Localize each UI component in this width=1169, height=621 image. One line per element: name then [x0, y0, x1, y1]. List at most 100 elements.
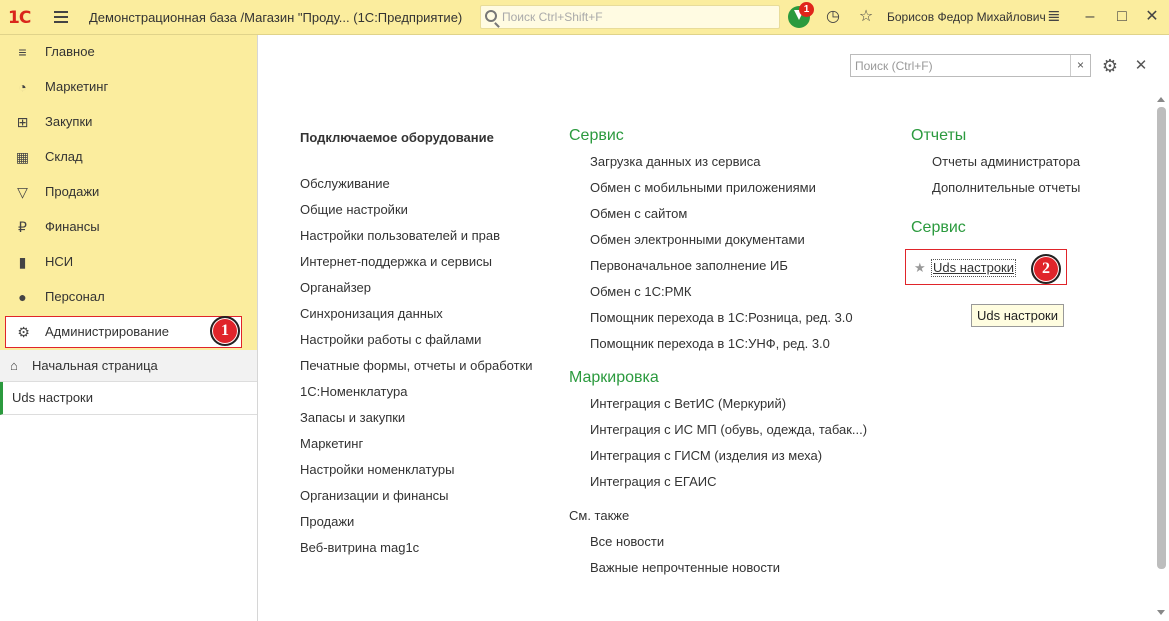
- service-section-title-2: Сервис: [911, 219, 966, 236]
- main-panel: × ⚙ ✕ Подключаемое оборудование Обслужив…: [259, 35, 1169, 621]
- link-important-news[interactable]: Важные непрочтенные новости: [569, 555, 867, 581]
- link-stock-purchases[interactable]: Запасы и закупки: [300, 405, 533, 431]
- close-icon[interactable]: ✕: [1143, 8, 1161, 26]
- sidebar-item-marketing[interactable]: ◔ Маркетинг: [0, 70, 257, 105]
- panel-close-icon[interactable]: ✕: [1133, 56, 1149, 76]
- sidebar-item-label: НСИ: [45, 254, 74, 269]
- scroll-down-icon[interactable]: [1157, 610, 1165, 615]
- link-orgs-finance[interactable]: Организации и финансы: [300, 483, 533, 509]
- link-admin-reports[interactable]: Отчеты администратора: [911, 149, 1080, 175]
- link-retail-migration[interactable]: Помощник перехода в 1С:Розница, ред. 3.0: [569, 305, 867, 331]
- link-service[interactable]: Обслуживание: [300, 171, 533, 197]
- link-internet-support[interactable]: Интернет-поддержка и сервисы: [300, 249, 533, 275]
- sidebar-item-nsi[interactable]: ▮ НСИ: [0, 245, 257, 280]
- section-nav: ≡ Главное ◔ Маркетинг ⊞ Закупки ▦ Склад ▽ Про…: [0, 35, 257, 350]
- link-all-news[interactable]: Все новости: [569, 529, 867, 555]
- sidebar-item-main[interactable]: ≡ Главное: [0, 35, 257, 70]
- link-rmk-exchange[interactable]: Обмен с 1С:РМК: [569, 279, 867, 305]
- link-file-settings[interactable]: Настройки работы с файлами: [300, 327, 533, 353]
- callout-marker-2: 2: [1031, 254, 1061, 284]
- link-general-settings[interactable]: Общие настройки: [300, 197, 533, 223]
- ruble-coin-icon: ₽: [18, 219, 27, 235]
- burger-icon[interactable]: [54, 11, 68, 23]
- favorite-star-icon[interactable]: ★: [914, 261, 926, 274]
- sidebar-item-label: Продажи: [45, 184, 100, 199]
- sidebar-item-purchases[interactable]: ⊞ Закупки: [0, 105, 257, 140]
- see-also-title: См. также: [569, 508, 630, 523]
- sidebar-item-label: Администрирование: [45, 324, 169, 339]
- history-icon[interactable]: ◷: [824, 8, 842, 26]
- sidebar-item-label: Персонал: [45, 289, 105, 304]
- link-print-forms[interactable]: Печатные формы, отчеты и обработки: [300, 353, 533, 379]
- link-nomenclature-settings[interactable]: Настройки номенклатуры: [300, 457, 533, 483]
- user-name[interactable]: Борисов Федор Михайлович: [887, 10, 1046, 24]
- section-search[interactable]: ×: [850, 54, 1091, 77]
- sidebar-item-label: Склад: [45, 149, 83, 164]
- maximize-icon[interactable]: □: [1113, 8, 1131, 26]
- home-page-label: Начальная страница: [32, 358, 158, 373]
- search-icon: [485, 10, 497, 22]
- sidebar-item-label: Маркетинг: [45, 79, 109, 94]
- sidebar-item-finance[interactable]: ₽ Финансы: [0, 210, 257, 245]
- link-marketing[interactable]: Маркетинг: [300, 431, 533, 457]
- equipment-heading[interactable]: Подключаемое оборудование: [300, 125, 533, 151]
- link-gism[interactable]: Интеграция с ГИСМ (изделия из меха): [569, 443, 867, 469]
- home-page-link[interactable]: ⌂ Начальная страница: [0, 350, 257, 382]
- link-is-mp[interactable]: Интеграция с ИС МП (обувь, одежда, табак…: [569, 417, 867, 443]
- open-window-tab[interactable]: Uds настроки: [0, 382, 257, 415]
- clear-search-icon[interactable]: ×: [1070, 55, 1090, 76]
- cart-icon: ⊞: [16, 114, 29, 130]
- link-edoc-exchange[interactable]: Обмен электронными документами: [569, 227, 867, 253]
- link-organizer[interactable]: Органайзер: [300, 275, 533, 301]
- column-equipment: Подключаемое оборудование Обслуживание О…: [300, 125, 533, 561]
- link-vetis[interactable]: Интеграция с ВетИС (Меркурий): [569, 391, 867, 417]
- sidebar-item-personnel[interactable]: ● Персонал: [0, 280, 257, 315]
- sidebar-item-administration[interactable]: ⚙ Администрирование: [5, 316, 242, 348]
- minimize-icon[interactable]: –: [1081, 8, 1099, 26]
- home-icon: ⌂: [10, 358, 18, 373]
- sidebar-item-warehouse[interactable]: ▦ Склад: [0, 140, 257, 175]
- section-search-input[interactable]: [855, 57, 1070, 74]
- basket-icon: ▽: [17, 184, 28, 200]
- sidebar-item-label: Финансы: [45, 219, 100, 234]
- uds-tooltip: Uds настроки: [971, 304, 1065, 327]
- grid-icon: ▦: [15, 149, 30, 165]
- link-extra-reports[interactable]: Дополнительные отчеты: [911, 175, 1080, 201]
- callout-marker-1: 1: [210, 316, 240, 346]
- vertical-scrollbar[interactable]: [1153, 95, 1169, 621]
- notification-badge: 1: [799, 2, 814, 17]
- person-icon: ●: [18, 289, 27, 305]
- sidebar-item-sales[interactable]: ▽ Продажи: [0, 175, 257, 210]
- link-1c-nomenclature[interactable]: 1С:Номенклатура: [300, 379, 533, 405]
- scroll-thumb[interactable]: [1157, 107, 1166, 569]
- app-title: Демонстрационная база /Магазин "Проду...…: [89, 10, 463, 25]
- global-search-input[interactable]: [502, 8, 772, 26]
- scroll-up-icon[interactable]: [1157, 97, 1165, 102]
- column-service: Сервис Загрузка данных из сервиса Обмен …: [569, 123, 867, 581]
- books-icon: ▮: [18, 254, 27, 270]
- link-unf-migration[interactable]: Помощник перехода в 1С:УНФ, ред. 3.0: [569, 331, 867, 357]
- global-search[interactable]: [480, 5, 780, 29]
- link-sales[interactable]: Продажи: [300, 509, 533, 535]
- link-egais[interactable]: Интеграция с ЕГАИС: [569, 469, 867, 495]
- sidebar-item-label: Главное: [45, 44, 95, 59]
- panel-settings-icon[interactable]: ⚙: [1100, 56, 1120, 76]
- link-site-exchange[interactable]: Обмен с сайтом: [569, 201, 867, 227]
- link-web-showcase[interactable]: Веб-витрина mag1c: [300, 535, 533, 561]
- favorite-star-icon[interactable]: ☆: [857, 8, 875, 26]
- settings-menu-icon[interactable]: ≣: [1045, 8, 1063, 26]
- top-bar: 1С Демонстрационная база /Магазин "Проду…: [0, 0, 1169, 35]
- marking-section-title: Маркировка: [569, 369, 659, 386]
- link-mobile-exchange[interactable]: Обмен с мобильными приложениями: [569, 175, 867, 201]
- pie-chart-icon: ◔: [18, 79, 27, 95]
- menu-lines-icon: ≡: [18, 44, 27, 60]
- service-section-title: Сервис: [569, 127, 624, 144]
- sidebar-item-label: Закупки: [45, 114, 93, 129]
- link-load-from-service[interactable]: Загрузка данных из сервиса: [569, 149, 867, 175]
- logo-1c: 1С: [8, 8, 31, 28]
- link-uds-settings[interactable]: Uds настроки: [931, 259, 1017, 277]
- link-initial-fill[interactable]: Первоначальное заполнение ИБ: [569, 253, 867, 279]
- link-users-rights[interactable]: Настройки пользователей и прав: [300, 223, 533, 249]
- column-reports: Отчеты Отчеты администратора Дополнитель…: [911, 123, 1080, 241]
- link-data-sync[interactable]: Синхронизация данных: [300, 301, 533, 327]
